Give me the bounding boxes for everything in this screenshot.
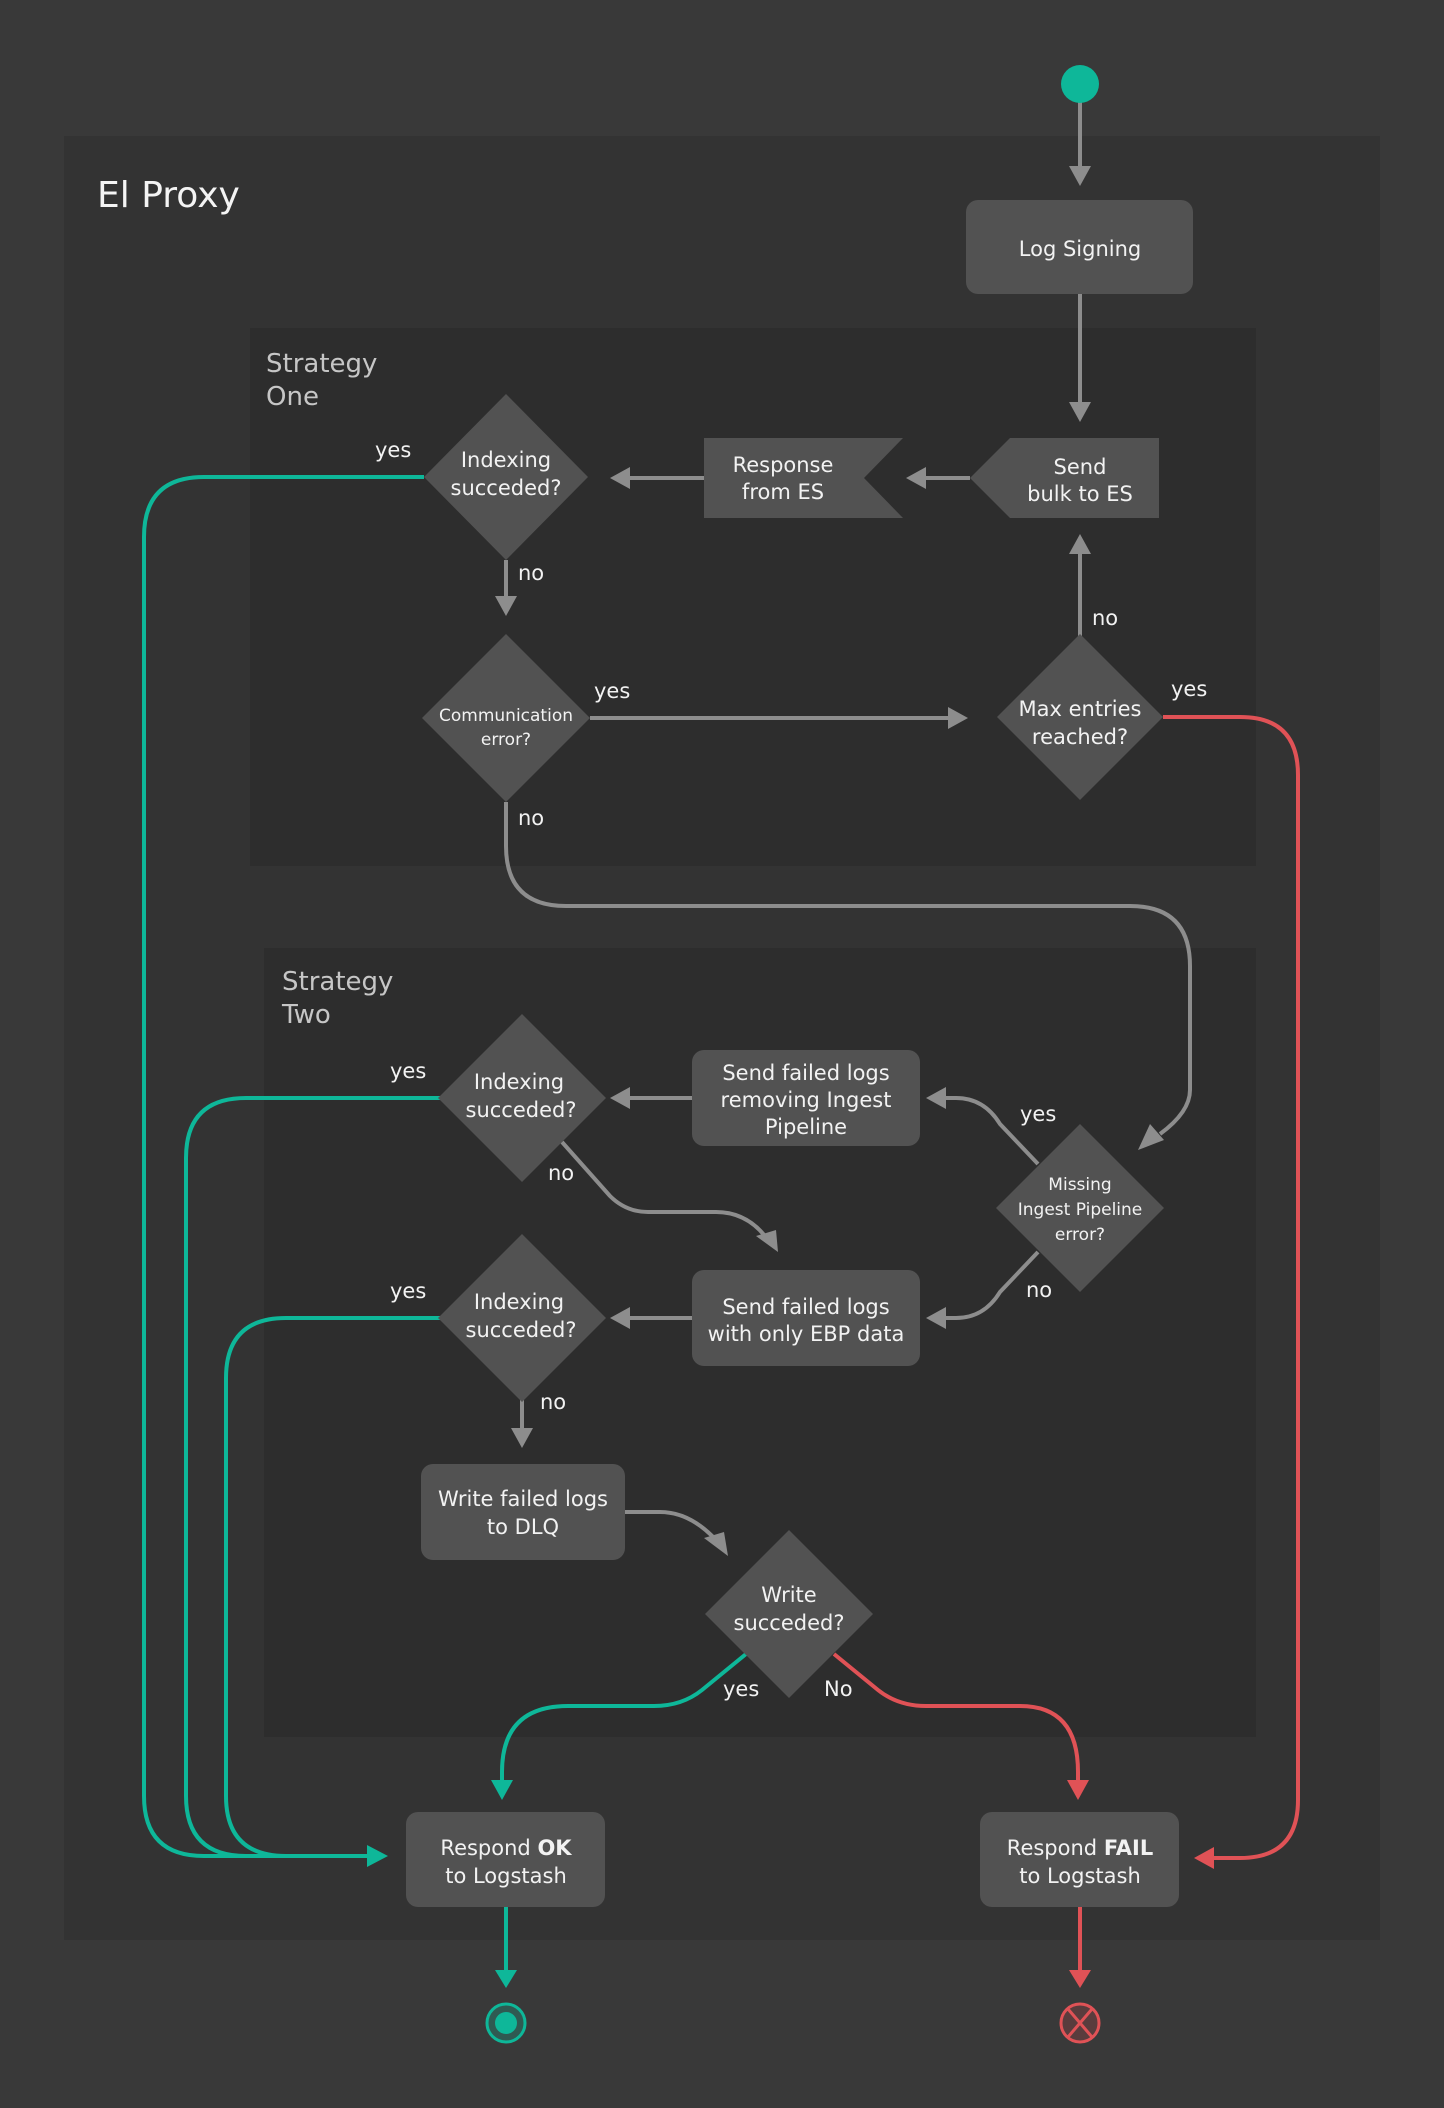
- node-send-bulk-to-es[interactable]: Send bulk to ES: [970, 438, 1159, 518]
- strategy-one-label-line2: One: [266, 382, 319, 412]
- edge-label-write-no: No: [824, 1677, 853, 1701]
- edge-label-indexing-1-no: no: [518, 561, 544, 585]
- decision-label-line2: succeded?: [466, 1098, 577, 1122]
- edge-label-missing-yes: yes: [1020, 1102, 1056, 1126]
- respond-prefix: Respond: [440, 1836, 537, 1860]
- strategy-two-label-line1: Strategy: [282, 967, 393, 997]
- node-label-line2: to Logstash: [1019, 1864, 1141, 1888]
- respond-prefix: Respond: [1007, 1836, 1104, 1860]
- node-label-line1: Send failed logs: [722, 1295, 889, 1319]
- edge-label-indexing-2-yes: yes: [390, 1059, 426, 1083]
- node-label-line1: Write failed logs: [438, 1487, 608, 1511]
- node-label-line2: removing Ingest: [721, 1088, 892, 1112]
- node-respond-ok[interactable]: Respond OK to Logstash: [406, 1812, 605, 1907]
- strategy-one-group: [250, 328, 1256, 866]
- edge-label-write-yes: yes: [723, 1677, 759, 1701]
- node-label-line2: bulk to ES: [1027, 482, 1133, 506]
- node-send-failed-logs-ebp-only[interactable]: Send failed logs with only EBP data: [692, 1270, 920, 1366]
- edge-label-indexing-3-no: no: [540, 1390, 566, 1414]
- strategy-two-label-line2: Two: [281, 1000, 331, 1030]
- node-label-line1: Response: [733, 453, 834, 477]
- edge-label-comm-error-no: no: [518, 806, 544, 830]
- respond-status: OK: [537, 1836, 572, 1860]
- start-node-icon[interactable]: [1061, 65, 1099, 103]
- decision-label-line1: Max entries: [1019, 697, 1142, 721]
- flow-final-x-icon[interactable]: [1059, 2002, 1101, 2044]
- edge-label-max-entries-yes: yes: [1171, 677, 1207, 701]
- node-label-line1: Respond FAIL: [1007, 1836, 1153, 1860]
- decision-label-line2: reached?: [1032, 725, 1128, 749]
- node-write-failed-logs-dlq[interactable]: Write failed logs to DLQ: [421, 1464, 625, 1560]
- node-send-failed-logs-removing-pipeline[interactable]: Send failed logs removing Ingest Pipelin…: [692, 1050, 920, 1146]
- node-label-line1: Send: [1054, 455, 1107, 479]
- decision-label-line2: succeded?: [466, 1318, 577, 1342]
- edge-label-indexing-3-yes: yes: [390, 1279, 426, 1303]
- decision-label-line1: Missing: [1048, 1175, 1111, 1195]
- node-log-signing[interactable]: Log Signing: [966, 200, 1193, 294]
- node-label-line2: from ES: [742, 480, 824, 504]
- arrowhead: [495, 1970, 517, 1988]
- respond-status: FAIL: [1104, 1836, 1153, 1860]
- strategy-one-label-line1: Strategy: [266, 349, 377, 379]
- decision-label-line2: error?: [481, 730, 531, 750]
- decision-label-line2: Ingest Pipeline: [1018, 1200, 1143, 1220]
- arrowhead: [1069, 1970, 1091, 1988]
- diagram-title: El Proxy: [97, 175, 240, 216]
- decision-label-line3: error?: [1055, 1225, 1105, 1245]
- node-label-line1: Respond OK: [440, 1836, 572, 1860]
- edge-label-max-entries-no: no: [1092, 606, 1118, 630]
- decision-label-line1: Communication: [439, 706, 573, 726]
- decision-label-line1: Indexing: [474, 1290, 564, 1314]
- node-respond-fail[interactable]: Respond FAIL to Logstash: [980, 1812, 1179, 1907]
- decision-label-line1: Indexing: [474, 1070, 564, 1094]
- node-label-line2: with only EBP data: [708, 1322, 905, 1346]
- decision-label-line1: Indexing: [461, 448, 551, 472]
- edge-label-comm-error-yes: yes: [594, 679, 630, 703]
- decision-label-line1: Write: [761, 1583, 816, 1607]
- edge-label-indexing-2-no: no: [548, 1161, 574, 1185]
- node-label-line1: Send failed logs: [722, 1061, 889, 1085]
- node-label-line2: to Logstash: [445, 1864, 567, 1888]
- flow-diagram: El Proxy Strategy One Strategy Two Log S…: [64, 65, 1380, 2044]
- decision-label-line2: succeded?: [734, 1611, 845, 1635]
- decision-label-line2: succeded?: [451, 476, 562, 500]
- node-label: Log Signing: [1019, 237, 1141, 261]
- node-label-line2: to DLQ: [487, 1515, 559, 1539]
- node-label-line3: Pipeline: [765, 1115, 847, 1139]
- final-node-icon[interactable]: [485, 2002, 527, 2044]
- edge-label-indexing-1-yes: yes: [375, 438, 411, 462]
- edge-label-missing-no: no: [1026, 1278, 1052, 1302]
